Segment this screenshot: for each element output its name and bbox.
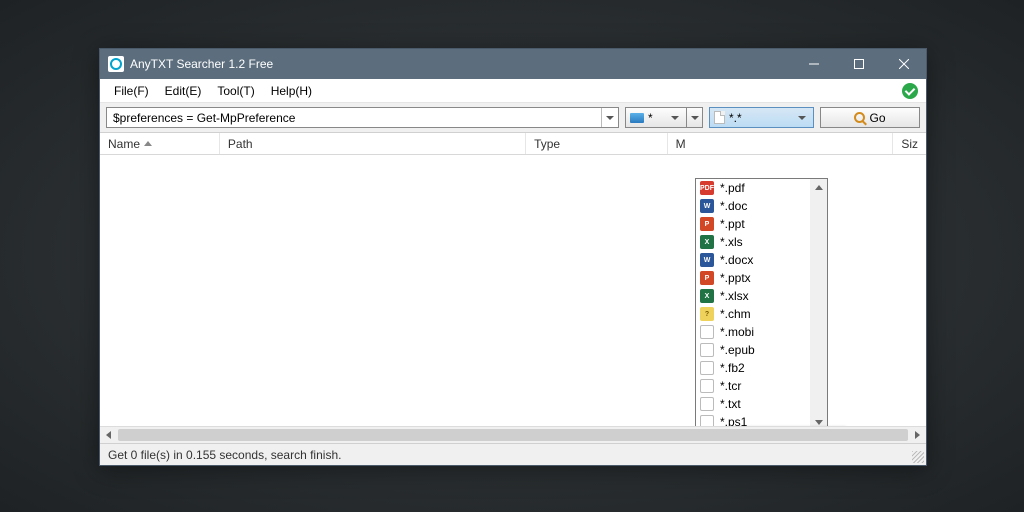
col-type[interactable]: Type	[526, 133, 667, 154]
filetype-badge-icon: X	[700, 289, 714, 303]
filetype-option[interactable]: W *.docx	[696, 251, 810, 269]
filetype-option-label: *.doc	[720, 199, 747, 213]
filetype-option-label: *.fb2	[720, 361, 745, 375]
filetype-option[interactable]: X *.xlsx	[696, 287, 810, 305]
menu-tool[interactable]: Tool(T)	[209, 80, 262, 102]
window-title: AnyTXT Searcher 1.2 Free	[130, 57, 791, 71]
filetype-badge-icon: ?	[700, 307, 714, 321]
go-label: Go	[869, 111, 885, 125]
menu-help[interactable]: Help(H)	[263, 80, 320, 102]
filetype-option-label: *.pptx	[720, 271, 751, 285]
filetype-option[interactable]: *.fb2	[696, 359, 810, 377]
scope-label: *	[648, 111, 653, 125]
scroll-down-icon[interactable]	[810, 414, 827, 426]
filetype-option-label: *.tcr	[720, 379, 741, 393]
filetype-selector[interactable]: *.*	[709, 107, 814, 128]
filetype-option[interactable]: *.mobi	[696, 323, 810, 341]
filetype-label: *.*	[729, 111, 742, 125]
filetype-badge-icon	[700, 361, 714, 375]
search-history-dropdown[interactable]	[601, 108, 618, 127]
filetype-option[interactable]: P *.ppt	[696, 215, 810, 233]
horizontal-scrollbar[interactable]	[100, 426, 926, 443]
dropdown-scrollbar[interactable]	[810, 179, 827, 426]
scroll-up-icon[interactable]	[810, 179, 827, 196]
col-size[interactable]: Siz	[893, 133, 926, 154]
app-icon	[108, 56, 124, 72]
menu-edit[interactable]: Edit(E)	[157, 80, 210, 102]
toolbar: * *.* Go	[100, 103, 926, 133]
app-window: AnyTXT Searcher 1.2 Free File(F) Edit(E)…	[99, 48, 927, 466]
filetype-badge-icon	[700, 325, 714, 339]
col-modified[interactable]: M	[668, 133, 894, 154]
filetype-badge-icon: P	[700, 217, 714, 231]
minimize-button[interactable]	[791, 49, 836, 79]
filetype-option[interactable]: *.ps1	[696, 413, 810, 426]
filetype-option-label: *.ppt	[720, 217, 745, 231]
col-name[interactable]: Name	[100, 133, 220, 154]
filetype-badge-icon	[700, 415, 714, 426]
maximize-button[interactable]	[836, 49, 881, 79]
scroll-right-button[interactable]	[909, 427, 926, 443]
filetype-option[interactable]: W *.doc	[696, 197, 810, 215]
filetype-badge-icon: W	[700, 199, 714, 213]
filetype-option[interactable]: X *.xls	[696, 233, 810, 251]
go-button[interactable]: Go	[820, 107, 920, 128]
filetype-option-label: *.ps1	[720, 415, 747, 426]
filetype-option-label: *.txt	[720, 397, 741, 411]
close-button[interactable]	[881, 49, 926, 79]
filetype-option[interactable]: *.epub	[696, 341, 810, 359]
filetype-option[interactable]: *.tcr	[696, 377, 810, 395]
menu-file[interactable]: File(F)	[106, 80, 157, 102]
filetype-badge-icon	[700, 379, 714, 393]
filetype-badge-icon: X	[700, 235, 714, 249]
search-input[interactable]	[107, 108, 601, 127]
col-path[interactable]: Path	[220, 133, 526, 154]
status-ok-icon	[902, 83, 918, 99]
file-icon	[714, 111, 725, 124]
scope-split-button[interactable]	[687, 107, 703, 128]
drive-icon	[630, 113, 644, 123]
search-icon	[854, 112, 865, 123]
filetype-option[interactable]: P *.pptx	[696, 269, 810, 287]
filetype-option-label: *.docx	[720, 253, 753, 267]
filetype-option-label: *.mobi	[720, 325, 754, 339]
filetype-badge-icon: PDF	[700, 181, 714, 195]
filetype-option-label: *.xls	[720, 235, 743, 249]
statusbar: Get 0 file(s) in 0.155 seconds, search f…	[100, 443, 926, 465]
filetype-option-label: *.epub	[720, 343, 755, 357]
filetype-badge-icon: P	[700, 271, 714, 285]
filetype-option[interactable]: *.txt	[696, 395, 810, 413]
scope-selector[interactable]: *	[625, 107, 687, 128]
filetype-option-label: *.chm	[720, 307, 751, 321]
filetype-badge-icon	[700, 343, 714, 357]
sort-asc-icon	[144, 141, 152, 146]
column-headers: Name Path Type M Siz	[100, 133, 926, 155]
filetype-option[interactable]: PDF *.pdf	[696, 179, 810, 197]
titlebar[interactable]: AnyTXT Searcher 1.2 Free	[100, 49, 926, 79]
results-area[interactable]: PDF *.pdf W *.doc P *.ppt X *.xls W *.docx P *.pptx…	[100, 155, 926, 426]
search-combobox[interactable]	[106, 107, 619, 128]
scroll-left-button[interactable]	[100, 427, 117, 443]
scroll-thumb[interactable]	[118, 429, 908, 441]
filetype-badge-icon	[700, 397, 714, 411]
filetype-option-label: *.pdf	[720, 181, 745, 195]
filetype-option-label: *.xlsx	[720, 289, 749, 303]
status-text: Get 0 file(s) in 0.155 seconds, search f…	[108, 448, 341, 462]
filetype-dropdown: PDF *.pdf W *.doc P *.ppt X *.xls W *.docx P *.pptx…	[695, 178, 828, 426]
filetype-badge-icon: W	[700, 253, 714, 267]
menubar: File(F) Edit(E) Tool(T) Help(H)	[100, 79, 926, 103]
resize-grip-icon[interactable]	[912, 451, 924, 463]
filetype-option[interactable]: ? *.chm	[696, 305, 810, 323]
